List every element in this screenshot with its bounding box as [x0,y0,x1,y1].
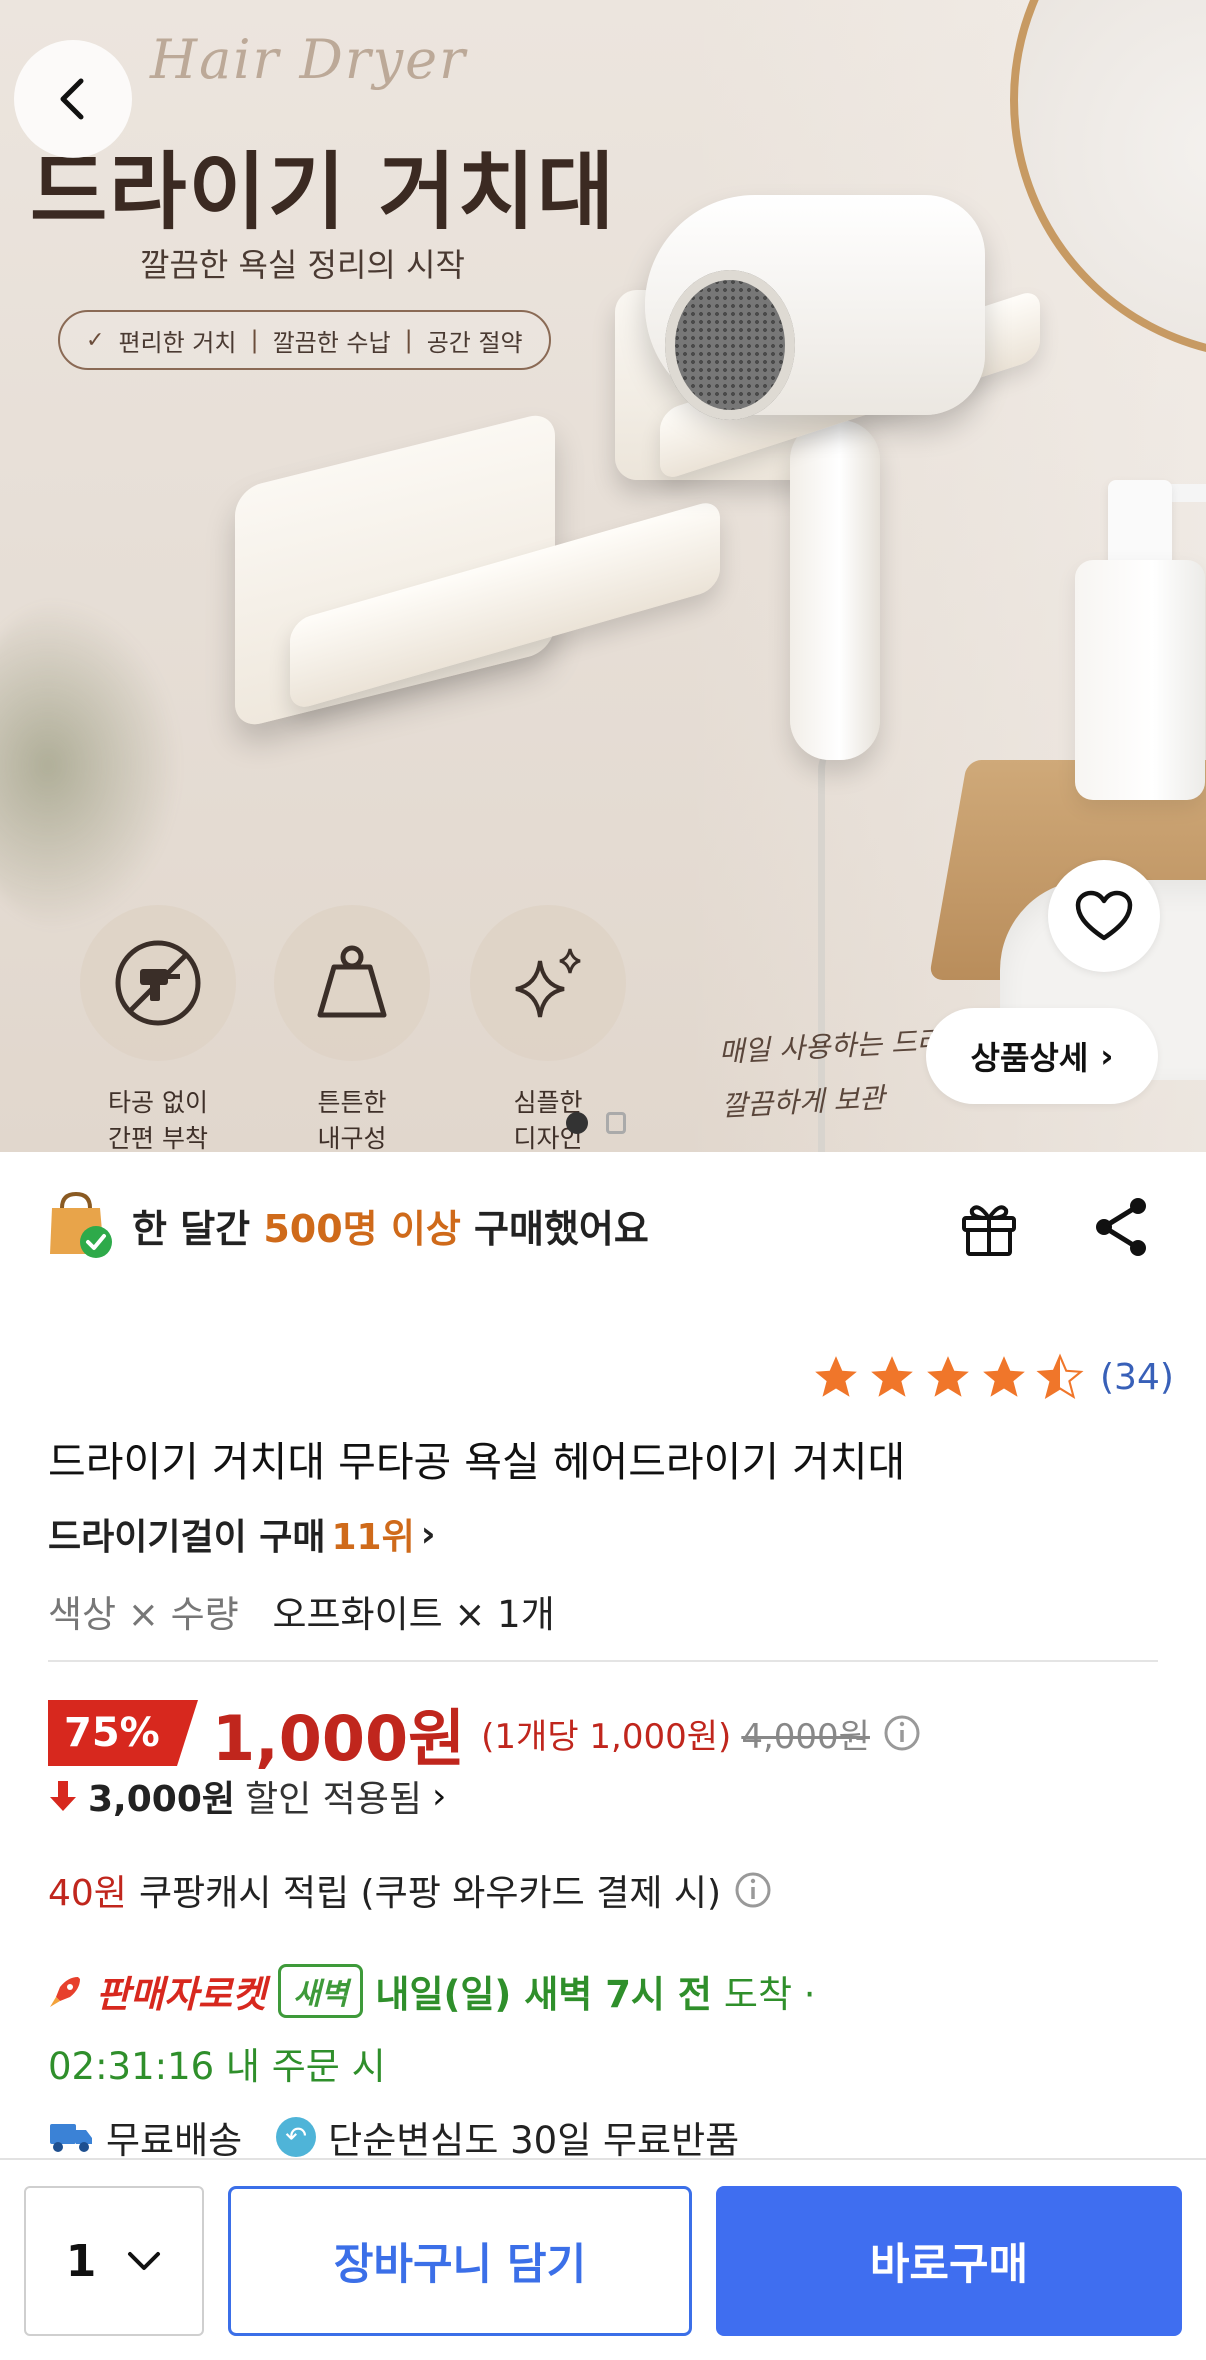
discount-text: 할인 적용됨 [245,1779,423,1820]
quantity-value: 1 [65,2235,97,2287]
gift-icon[interactable] [958,1198,1020,1262]
product-title: 드라이기 거치대 무타공 욕실 헤어드라이기 거치대 [48,1438,906,1486]
free-shipping-label: 무료배송 [106,2119,243,2162]
buyers-highlight: 500명 이상 [263,1206,461,1251]
discount-amount: 3,000원 [88,1779,235,1820]
rank-number: 11위 [331,1517,415,1558]
plant-illustration [0,600,180,930]
feature-label: 튼튼한 내구성 [317,1088,387,1152]
pill-separator: | [404,326,413,354]
chevron-right-icon: › [1100,1037,1114,1075]
soap-bottle-illustration [1075,560,1205,800]
delivery-time: 내일(일) 새벽 7시 전 [375,1973,712,2016]
back-button[interactable] [14,40,132,158]
cash-reward-row: 40원 쿠팡캐시 적립 (쿠팡 와우카드 결제 시) [48,1864,773,1916]
info-icon[interactable] [733,1870,773,1910]
star-icon [983,1356,1025,1397]
feature-durability: 튼튼한 내구성 [272,905,432,1152]
pill-item: 공간 절약 [426,328,523,357]
carousel-pager[interactable] [566,1112,626,1134]
check-icon: ✓ [86,327,105,353]
chevron-right-icon: › [432,1775,447,1817]
delivery-info-row: 판매자로켓 새벽 내일(일) 새벽 7시 전 도착 · [48,1964,816,2018]
cash-amount: 40원 [48,1873,127,1914]
rocket-icon [50,1977,80,2007]
selected-options[interactable]: 색상 × 수량 오프화이트 × 1개 [48,1584,555,1638]
pager-grid-icon [606,1112,626,1134]
hero-handwriting: 매일 사용하는 드라 깔끔하게 보관 [717,1024,944,1123]
divider [48,1660,1158,1662]
pager-dot-active [566,1112,588,1134]
info-icon[interactable] [882,1713,922,1753]
category-rank-link[interactable]: 드라이기걸이 구매 11위 › [48,1508,436,1560]
buyers-suffix: 구매했어요 [474,1206,649,1251]
buy-now-button[interactable]: 바로구매 [716,2186,1182,2336]
truck-icon [50,2124,92,2152]
hero-subtitle: 깔끔한 욕실 정리의 시작 [140,246,465,284]
price-row: 75% 1,000원 (1개당 1,000원) 4,000원 [48,1688,922,1778]
product-image-carousel[interactable]: Hair Dryer 드라이기 거치대 깔끔한 욕실 정리의 시작 ✓ 편리한 … [0,0,1206,1152]
unit-price: (1개당 1,000원) [481,1716,732,1757]
purchase-bar: 1 장바구니 담기 바로구매 [0,2158,1206,2360]
rank-label: 드라이기걸이 구매 [48,1517,326,1558]
rocket-label: 판매자로켓 [96,1973,267,2016]
heart-icon [1075,890,1133,941]
hero-script-title: Hair Dryer [150,28,467,91]
no-drill-icon [80,905,236,1061]
delivery-arrive: 도착 · [723,1973,816,2016]
arrow-down-icon [50,1781,76,1811]
pill-separator: | [250,326,259,354]
add-to-cart-button[interactable]: 장바구니 담기 [228,2186,692,2336]
pill-item: 편리한 거치 [118,328,237,357]
buyers-prefix: 한 달간 [132,1206,251,1251]
sparkle-icon [470,905,626,1061]
chevron-left-icon [60,78,84,120]
dryer-grille [665,270,795,420]
quantity-select[interactable]: 1 [24,2186,204,2336]
dryer-handle [790,420,880,760]
option-label: 색상 × 수량 [48,1593,239,1636]
chevron-right-icon: › [420,1513,436,1555]
pill-item: 깔끔한 수납 [272,328,391,357]
review-count[interactable]: (34) [1100,1357,1174,1398]
order-countdown: 02:31:16 내 주문 시 [48,2045,386,2088]
discount-badge: 75% [48,1700,198,1766]
shopping-bag-check-icon [48,1190,114,1260]
hero-title: 드라이기 거치대 [30,143,617,241]
bottle-pump [1108,480,1172,570]
dawn-delivery-badge: 새벽 [278,1964,364,2018]
free-return-label: 단순변심도 30일 무료반품 [328,2119,740,2162]
wishlist-button[interactable] [1048,860,1160,972]
shipping-return-row: 무료배송 ↶ 단순변심도 30일 무료반품 [48,2110,739,2164]
star-icon [927,1356,969,1397]
sale-price: 1,000원 [212,1702,466,1775]
cash-text: 쿠팡캐시 적립 (쿠팡 와우카드 결제 시) [138,1873,722,1914]
product-detail-button[interactable]: 상품상세 › [926,1008,1158,1104]
detail-button-label: 상품상세 [970,1039,1089,1077]
chevron-down-icon [128,2252,161,2270]
share-icon[interactable] [1092,1196,1150,1262]
rating-stars[interactable]: (34) [810,1352,1174,1402]
original-price: 4,000원 [741,1716,870,1757]
weight-icon [274,905,430,1061]
half-star-icon [1036,1353,1084,1400]
feature-no-drill: 타공 없이 간편 부착 [78,905,238,1152]
hero-feature-pill: ✓ 편리한 거치 | 깔끔한 수납 | 공간 절약 [58,310,551,370]
applied-discount-row[interactable]: 3,000원 할인 적용됨 › [48,1770,446,1822]
purchase-count-banner: 한 달간 500명 이상 구매했어요 [48,1190,649,1260]
star-icon [815,1356,857,1397]
feature-label: 타공 없이 간편 부착 [108,1088,208,1152]
return-icon: ↶ [276,2117,317,2157]
star-icon [871,1356,913,1397]
option-value: 오프화이트 × 1개 [272,1593,555,1636]
